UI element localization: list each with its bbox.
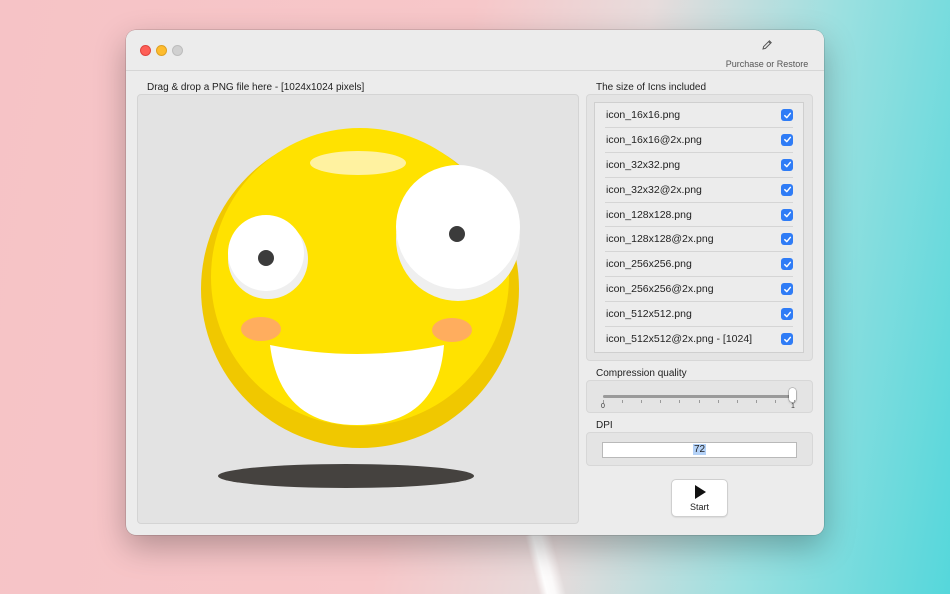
icns-file-row: icon_128x128.png [605,203,793,228]
icns-file-name: icon_512x512.png [606,308,692,321]
compression-min-label: 0 [601,403,605,410]
slider-tick [717,400,719,403]
checkmark-icon [783,137,791,143]
icns-file-row: icon_32x32@2x.png [605,178,793,203]
checkmark-icon [783,186,791,193]
icns-file-checkbox[interactable] [781,158,793,171]
slider-tick [679,400,681,403]
slider-tick [774,400,776,403]
checkmark-icon [783,236,791,243]
icns-file-row: icon_512x512@2x.png - [1024] [605,327,793,352]
icns-file-name: icon_32x32@2x.png [606,183,702,196]
smiley-shadow [218,464,474,488]
titlebar: Purchase or Restore [126,30,824,71]
checkmark-icon [783,261,791,268]
start-button[interactable]: Start [671,479,728,517]
icns-file-name: icon_16x16@2x.png [606,133,702,146]
icns-file-checkbox[interactable] [781,333,793,346]
icns-sizes-label: The size of Icns included [596,82,707,93]
purchase-restore-button[interactable]: Purchase or Restore [722,38,812,69]
dpi-panel: 72 [586,432,813,466]
dpi-label: DPI [596,420,613,431]
icns-file-row: icon_128x128@2x.png [605,227,793,253]
checkmark-icon [783,211,791,218]
icns-file-checkbox[interactable] [781,133,793,146]
icns-file-row: icon_16x16.png [605,103,793,128]
compression-max-label: 1 [791,403,795,410]
icns-file-checkbox[interactable] [781,109,793,121]
left-pupil [258,250,274,266]
checkmark-icon [783,112,791,118]
png-drop-zone[interactable] [137,94,579,524]
dpi-input[interactable]: 72 [602,442,797,458]
smiley-face-image [201,128,520,488]
icns-file-checkbox[interactable] [781,208,793,221]
icns-file-name: icon_256x256@2x.png [606,283,714,296]
slider-tick [755,400,757,403]
slider-tick [622,400,624,403]
checkmark-icon [783,286,791,293]
zoom-window-button[interactable] [172,45,183,56]
compression-slider-track[interactable] [603,395,795,398]
background-streak [524,529,568,594]
slider-tick [660,400,662,403]
icns-file-name: icon_16x16.png [606,109,681,121]
right-cheek [432,318,472,342]
icns-file-checkbox[interactable] [781,183,793,196]
icns-file-name: icon_512x512@2x.png - [1024] [606,333,753,346]
icns-sizes-panel: icon_16x16.png icon_16x16@2x.png icon_32x3… [586,94,813,361]
start-label: Start [689,502,709,512]
close-window-button[interactable] [140,45,151,56]
checkmark-icon [783,161,791,168]
compression-slider-fill [603,395,795,398]
left-cheek [241,317,281,341]
slider-tick [641,400,643,403]
checkmark-icon [783,336,791,342]
icns-file-name: icon_128x128@2x.png [606,233,714,246]
icns-file-row: icon_512x512.png [605,302,793,328]
icns-file-checkbox[interactable] [781,258,793,271]
icns-file-checkbox[interactable] [781,233,793,246]
drop-zone-label: Drag & drop a PNG file here - [1024x1024… [147,82,365,93]
icns-file-checkbox[interactable] [781,283,793,296]
compression-quality-label: Compression quality [596,368,687,379]
purchase-restore-label: Purchase or Restore [725,59,809,69]
slider-tick [698,400,700,403]
icns-file-row: icon_16x16@2x.png [605,128,793,153]
pencil-icon [762,40,772,50]
icns-file-row: icon_256x256@2x.png [605,277,793,303]
slider-tick [736,400,738,403]
compression-panel: 0 1 [586,380,813,413]
app-window: Purchase or Restore Drag & drop a PNG fi… [126,30,824,535]
icns-file-name: icon_128x128.png [606,208,692,221]
icns-file-checkbox[interactable] [781,308,793,321]
right-pupil [449,226,465,242]
icns-file-row: icon_32x32.png [605,153,793,178]
dpi-value: 72 [692,444,707,455]
icns-file-list: icon_16x16.png icon_16x16@2x.png icon_32x3… [594,102,804,353]
icns-file-name: icon_32x32.png [606,158,681,171]
play-icon [694,485,706,499]
icns-file-name: icon_256x256.png [606,258,692,271]
icns-file-row: icon_256x256.png [605,252,793,278]
smiley-highlight [310,151,406,175]
checkmark-icon [783,311,791,318]
minimize-window-button[interactable] [156,45,167,56]
